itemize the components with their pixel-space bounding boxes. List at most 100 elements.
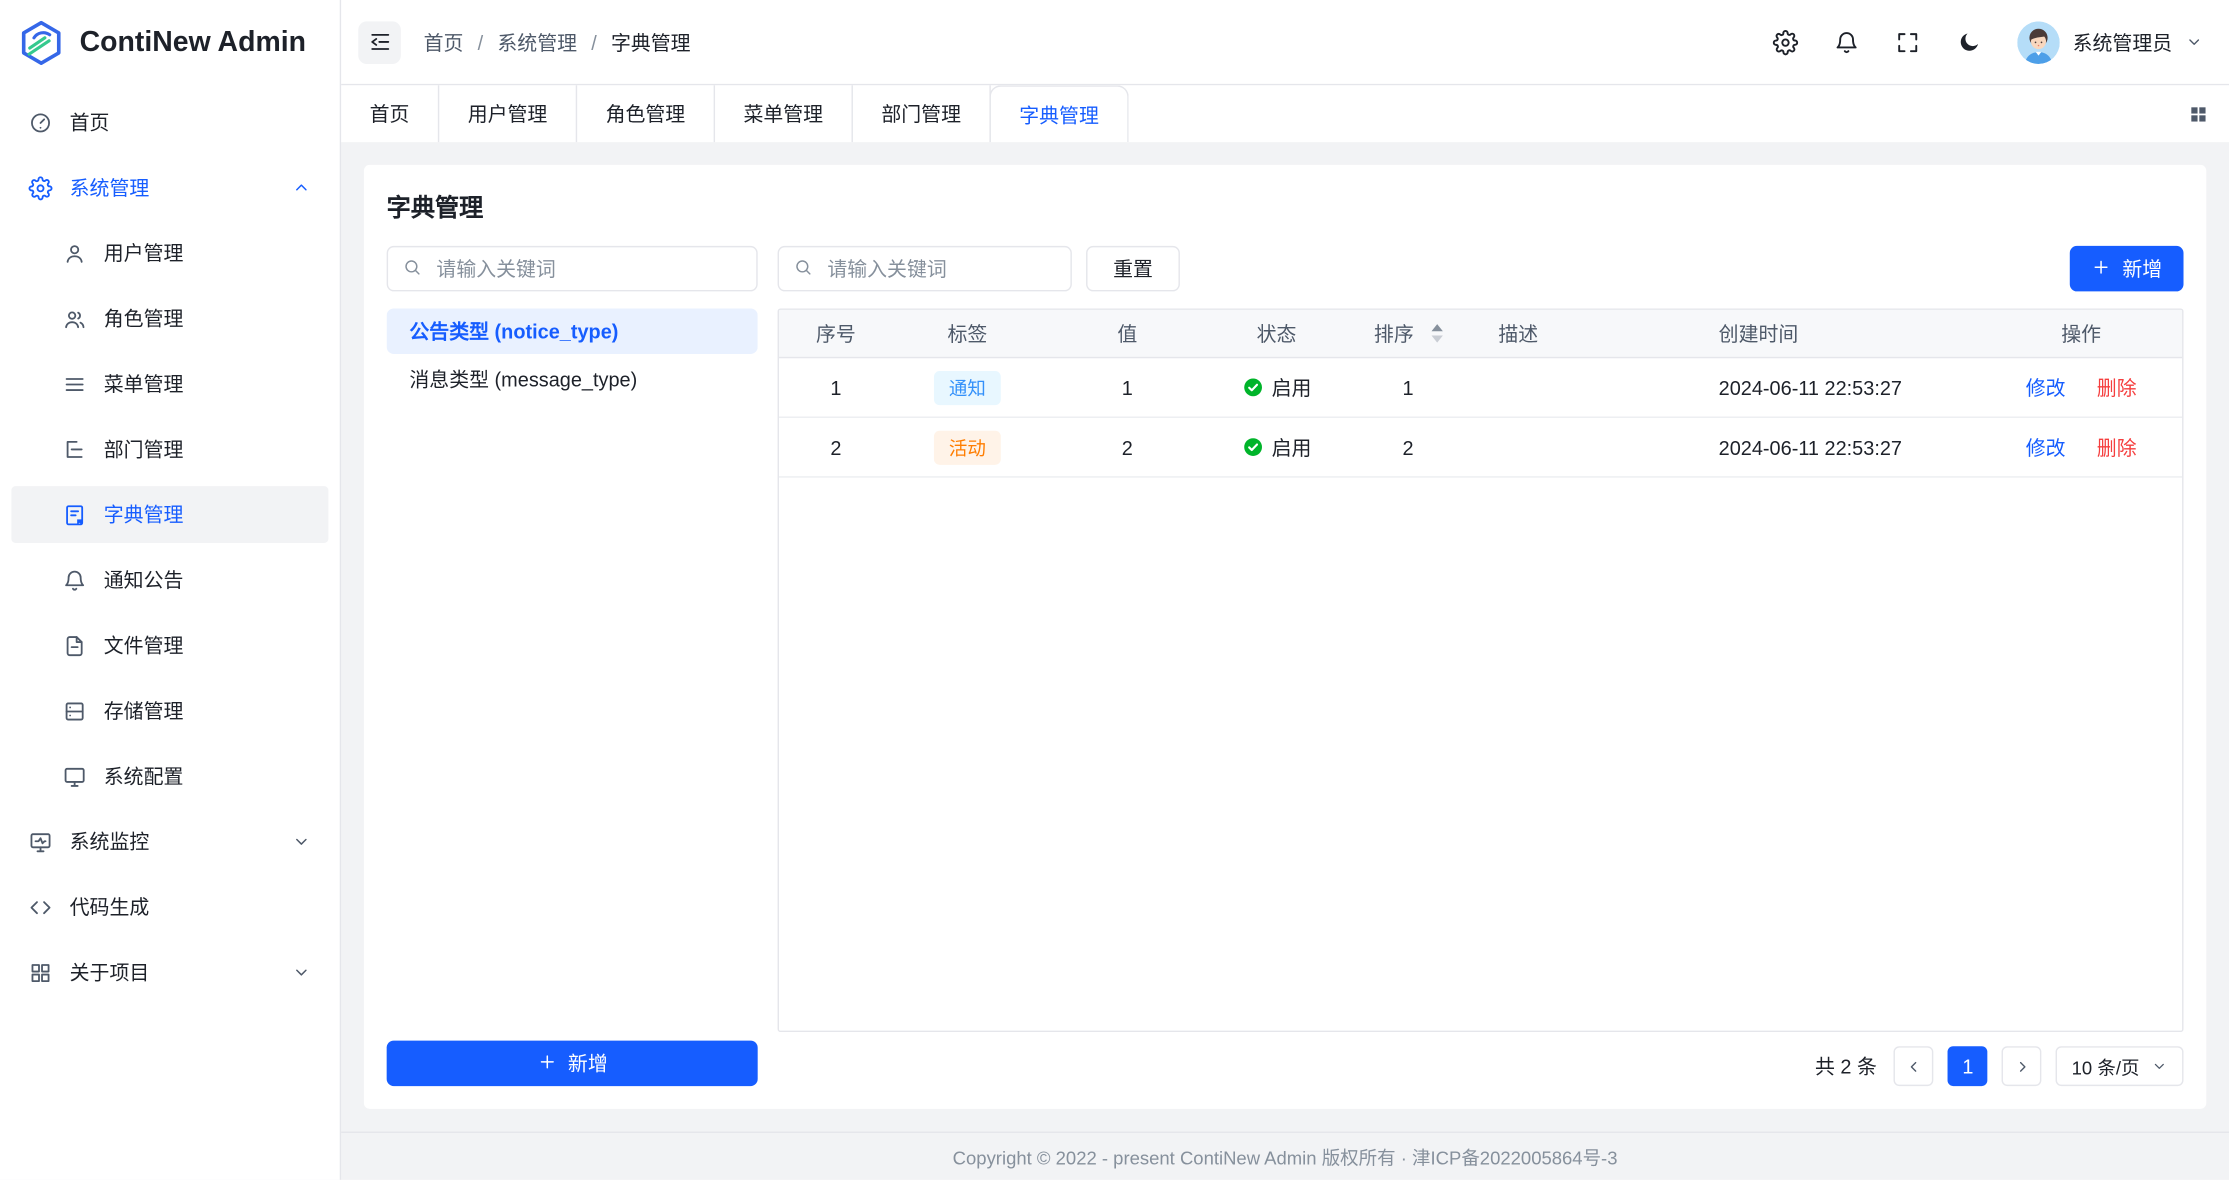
delete-link[interactable]: 删除 <box>2097 373 2137 401</box>
table-cell: 2 <box>779 436 893 459</box>
table-cell: 修改 删除 <box>1980 373 2182 401</box>
breadcrumb-item[interactable]: 首页 <box>424 28 464 56</box>
dict-type-item[interactable]: 公告类型 (notice_type) <box>387 308 758 353</box>
sidebar-item[interactable]: 存储管理 <box>11 682 328 739</box>
reset-button[interactable]: 重置 <box>1086 246 1180 291</box>
gear-icon <box>28 176 52 200</box>
sidebar-item[interactable]: 系统配置 <box>11 748 328 805</box>
tab-用户管理[interactable]: 用户管理 <box>439 85 577 142</box>
sidebar-item-label: 菜单管理 <box>104 370 184 398</box>
tabbar: 首页用户管理角色管理菜单管理部门管理字典管理 <box>341 85 2229 142</box>
column-header[interactable]: 排序 <box>1341 319 1476 347</box>
dict-table: 序号标签值状态排序描述创建时间操作 1通知1启用12024-06-11 22:5… <box>778 308 2184 1032</box>
delete-link[interactable]: 删除 <box>2097 433 2137 461</box>
sidebar-item[interactable]: 部门管理 <box>11 421 328 478</box>
pagination: 共 2 条 1 10 条/页 <box>778 1046 2184 1086</box>
breadcrumb-item[interactable]: 系统管理 <box>497 28 577 56</box>
logo-icon <box>17 18 65 66</box>
current-page-button[interactable]: 1 <box>1948 1046 1988 1086</box>
column-header-label: 操作 <box>2061 319 2101 347</box>
breadcrumb: 首页/系统管理/字典管理 <box>424 28 691 56</box>
tab-角色管理[interactable]: 角色管理 <box>577 85 715 142</box>
sidebar-item[interactable]: 系统管理 <box>11 159 328 216</box>
user-icon <box>63 241 87 265</box>
sort-ascending-icon <box>1431 324 1442 331</box>
column-header-label: 序号 <box>816 319 856 347</box>
table-body: 1通知1启用12024-06-11 22:53:27修改删除2活动2启用2202… <box>779 358 2182 477</box>
item-search-box[interactable] <box>778 246 1072 291</box>
table-row: 2活动2启用22024-06-11 22:53:27修改删除 <box>779 418 2182 478</box>
moon-icon[interactable] <box>1956 29 1982 55</box>
sidebar-item[interactable]: 菜单管理 <box>11 355 328 412</box>
sidebar-item[interactable]: 通知公告 <box>11 552 328 609</box>
column-header: 值 <box>1042 319 1213 347</box>
plus-icon <box>2091 257 2111 281</box>
table-cell: 1 <box>779 376 893 399</box>
check-circle-icon <box>1242 377 1263 398</box>
sidebar-item-label: 用户管理 <box>104 239 184 267</box>
sidebar-item[interactable]: 文件管理 <box>11 617 328 674</box>
edit-link[interactable]: 修改 <box>2026 433 2066 461</box>
chevron-down-icon <box>2151 1058 2168 1075</box>
fullscreen-icon[interactable] <box>1895 29 1921 55</box>
table-row: 1通知1启用12024-06-11 22:53:27修改删除 <box>779 358 2182 418</box>
edit-link[interactable]: 修改 <box>2026 373 2066 401</box>
sidebar-item-label: 字典管理 <box>104 500 184 528</box>
pagination-total: 共 2 条 <box>1815 1052 1877 1080</box>
tab-字典管理[interactable]: 字典管理 <box>989 85 1128 142</box>
add-dict-type-button[interactable]: 新增 <box>387 1041 758 1086</box>
status-badge: 启用 <box>1242 373 1312 401</box>
next-page-button[interactable] <box>2002 1046 2042 1086</box>
prev-page-button[interactable] <box>1894 1046 1934 1086</box>
dict-search-box[interactable] <box>387 246 758 291</box>
sidebar-item[interactable]: 首页 <box>11 94 328 151</box>
copyright-text: Copyright © 2022 - present ContiNew Admi… <box>953 1143 1618 1170</box>
item-search-input[interactable] <box>825 256 1057 282</box>
plus-icon <box>537 1051 557 1075</box>
add-dict-item-button[interactable]: 新增 <box>2070 246 2184 291</box>
sidebar-item-label: 系统配置 <box>104 762 184 790</box>
code-icon <box>28 895 52 919</box>
bell-icon[interactable] <box>1834 29 1860 55</box>
table-cell: 2024-06-11 22:53:27 <box>1696 436 1980 459</box>
breadcrumb-separator: / <box>591 31 597 54</box>
dict-card: 字典管理 公告类型 (notice_type)消息类型 (message_typ… <box>364 165 2206 1109</box>
app-title: ContiNew Admin <box>80 26 306 59</box>
table-cell: 启用 <box>1213 373 1341 401</box>
tab-菜单管理[interactable]: 菜单管理 <box>715 85 853 142</box>
page-size-select[interactable]: 10 条/页 <box>2056 1046 2183 1086</box>
gear-icon[interactable] <box>1773 29 1799 55</box>
menu-fold-icon[interactable] <box>358 21 401 64</box>
topbar-icon-group <box>1773 29 1982 55</box>
dict-type-item[interactable]: 消息类型 (message_type) <box>387 357 758 402</box>
table-cell: 通知 <box>893 370 1042 404</box>
sidebar-item[interactable]: 系统监控 <box>11 813 328 870</box>
panes: 公告类型 (notice_type)消息类型 (message_type) 新增 <box>387 246 2184 1086</box>
footer: Copyright © 2022 - present ContiNew Admi… <box>341 1132 2229 1180</box>
dict-search-input[interactable] <box>434 256 742 282</box>
sidebar-item[interactable]: 角色管理 <box>11 290 328 347</box>
user-menu[interactable]: 系统管理员 <box>2017 21 2203 64</box>
column-header-label: 排序 <box>1374 319 1414 347</box>
table-cell: 2024-06-11 22:53:27 <box>1696 376 1980 399</box>
chevron-up-icon <box>291 178 311 198</box>
tab-部门管理[interactable]: 部门管理 <box>853 85 991 142</box>
sidebar-item-label: 文件管理 <box>104 631 184 659</box>
tag-badge: 通知 <box>935 370 1000 404</box>
sort-carets[interactable] <box>1431 324 1442 342</box>
dict-item-pane: 重置 新增 序号标签值状态排序描述创建时间操作 1通知1启用12024-06-1… <box>778 246 2184 1086</box>
sidebar-item[interactable]: 字典管理 <box>11 486 328 543</box>
sidebar-item[interactable]: 用户管理 <box>11 225 328 282</box>
column-header-label: 描述 <box>1498 319 1538 347</box>
tab-首页[interactable]: 首页 <box>341 85 439 142</box>
tag-badge: 活动 <box>935 430 1000 464</box>
table-cell: 启用 <box>1213 433 1341 461</box>
sidebar-item-label: 存储管理 <box>104 697 184 725</box>
user-name: 系统管理员 <box>2073 28 2173 56</box>
topbar: 首页/系统管理/字典管理 <box>341 0 2229 85</box>
sidebar-item-label: 关于项目 <box>70 958 150 986</box>
sidebar-item[interactable]: 代码生成 <box>11 879 328 936</box>
sidebar-item[interactable]: 关于项目 <box>11 944 328 1001</box>
apps-icon[interactable] <box>2188 103 2209 124</box>
sort-descending-icon <box>1431 335 1442 342</box>
